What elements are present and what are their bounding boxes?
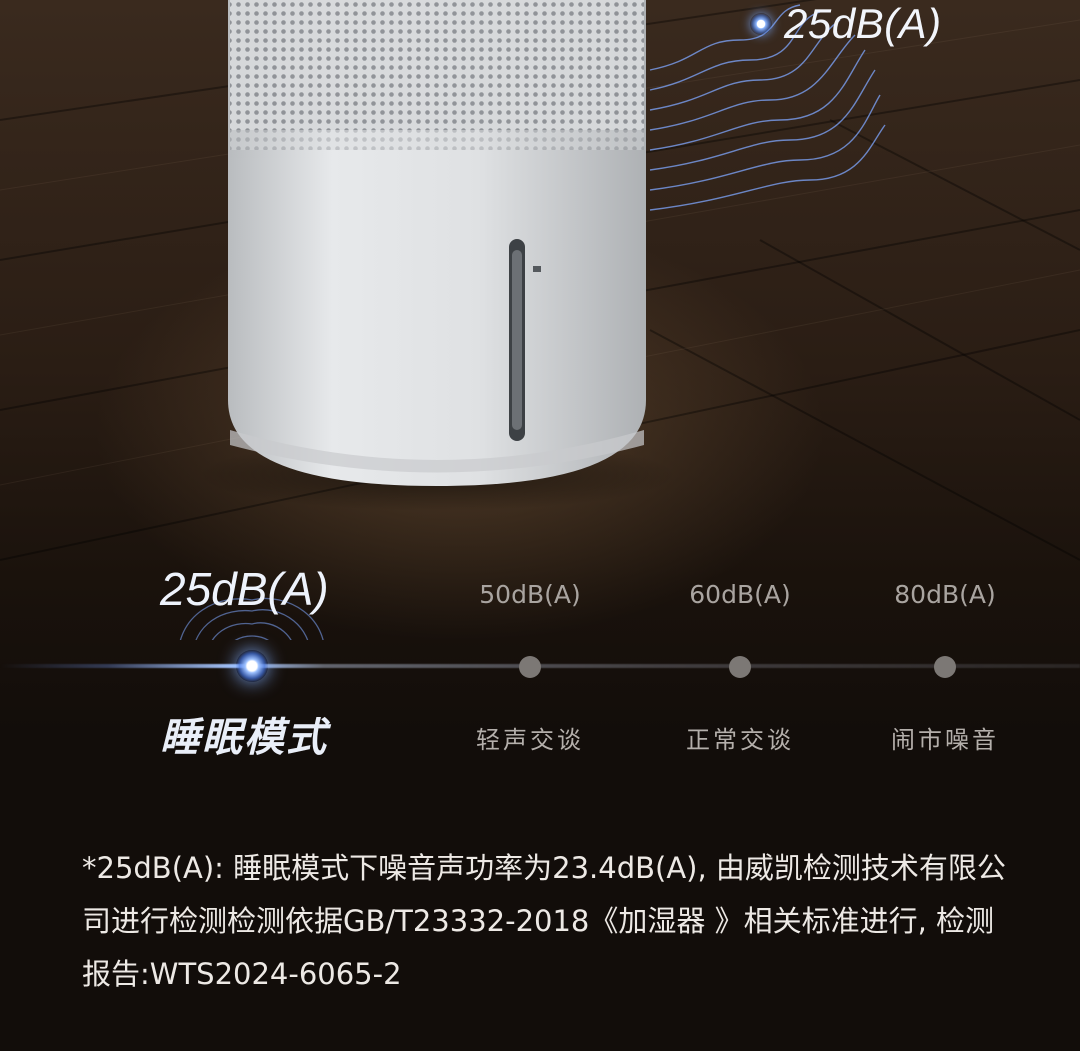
active-level-value: 25dB(A): [160, 563, 329, 615]
level-dot: [729, 656, 751, 678]
level-name: 闹市噪音: [891, 726, 999, 754]
level-db: 60dB(A): [689, 580, 791, 609]
test-report-footnote: *25dB(A): 睡眠模式下噪音声功率为23.4dB(A), 由威凯检测技术有…: [82, 851, 1006, 991]
product-banner: 25dB(A) 25dB(A) 睡眠模式 50dB(A) 轻声交谈 60dB(A…: [0, 0, 1080, 1051]
level-dot: [519, 656, 541, 678]
top-noise-level: 25dB(A): [750, 0, 942, 48]
level-name: 正常交谈: [686, 726, 794, 754]
level-dot: [934, 656, 956, 678]
sound-wave-graphic: [179, 4, 886, 640]
level-db: 50dB(A): [479, 580, 581, 609]
sound-source-icon: [750, 13, 772, 35]
level-name: 轻声交谈: [476, 726, 584, 754]
top-noise-value: 25dB(A): [784, 0, 942, 47]
level-db: 80dB(A): [894, 580, 996, 609]
noise-scale: 25dB(A) 睡眠模式 50dB(A) 轻声交谈 60dB(A) 正常交谈 8…: [0, 560, 1080, 800]
active-mode-label: 睡眠模式: [160, 715, 328, 761]
active-level-dot: [236, 650, 268, 682]
